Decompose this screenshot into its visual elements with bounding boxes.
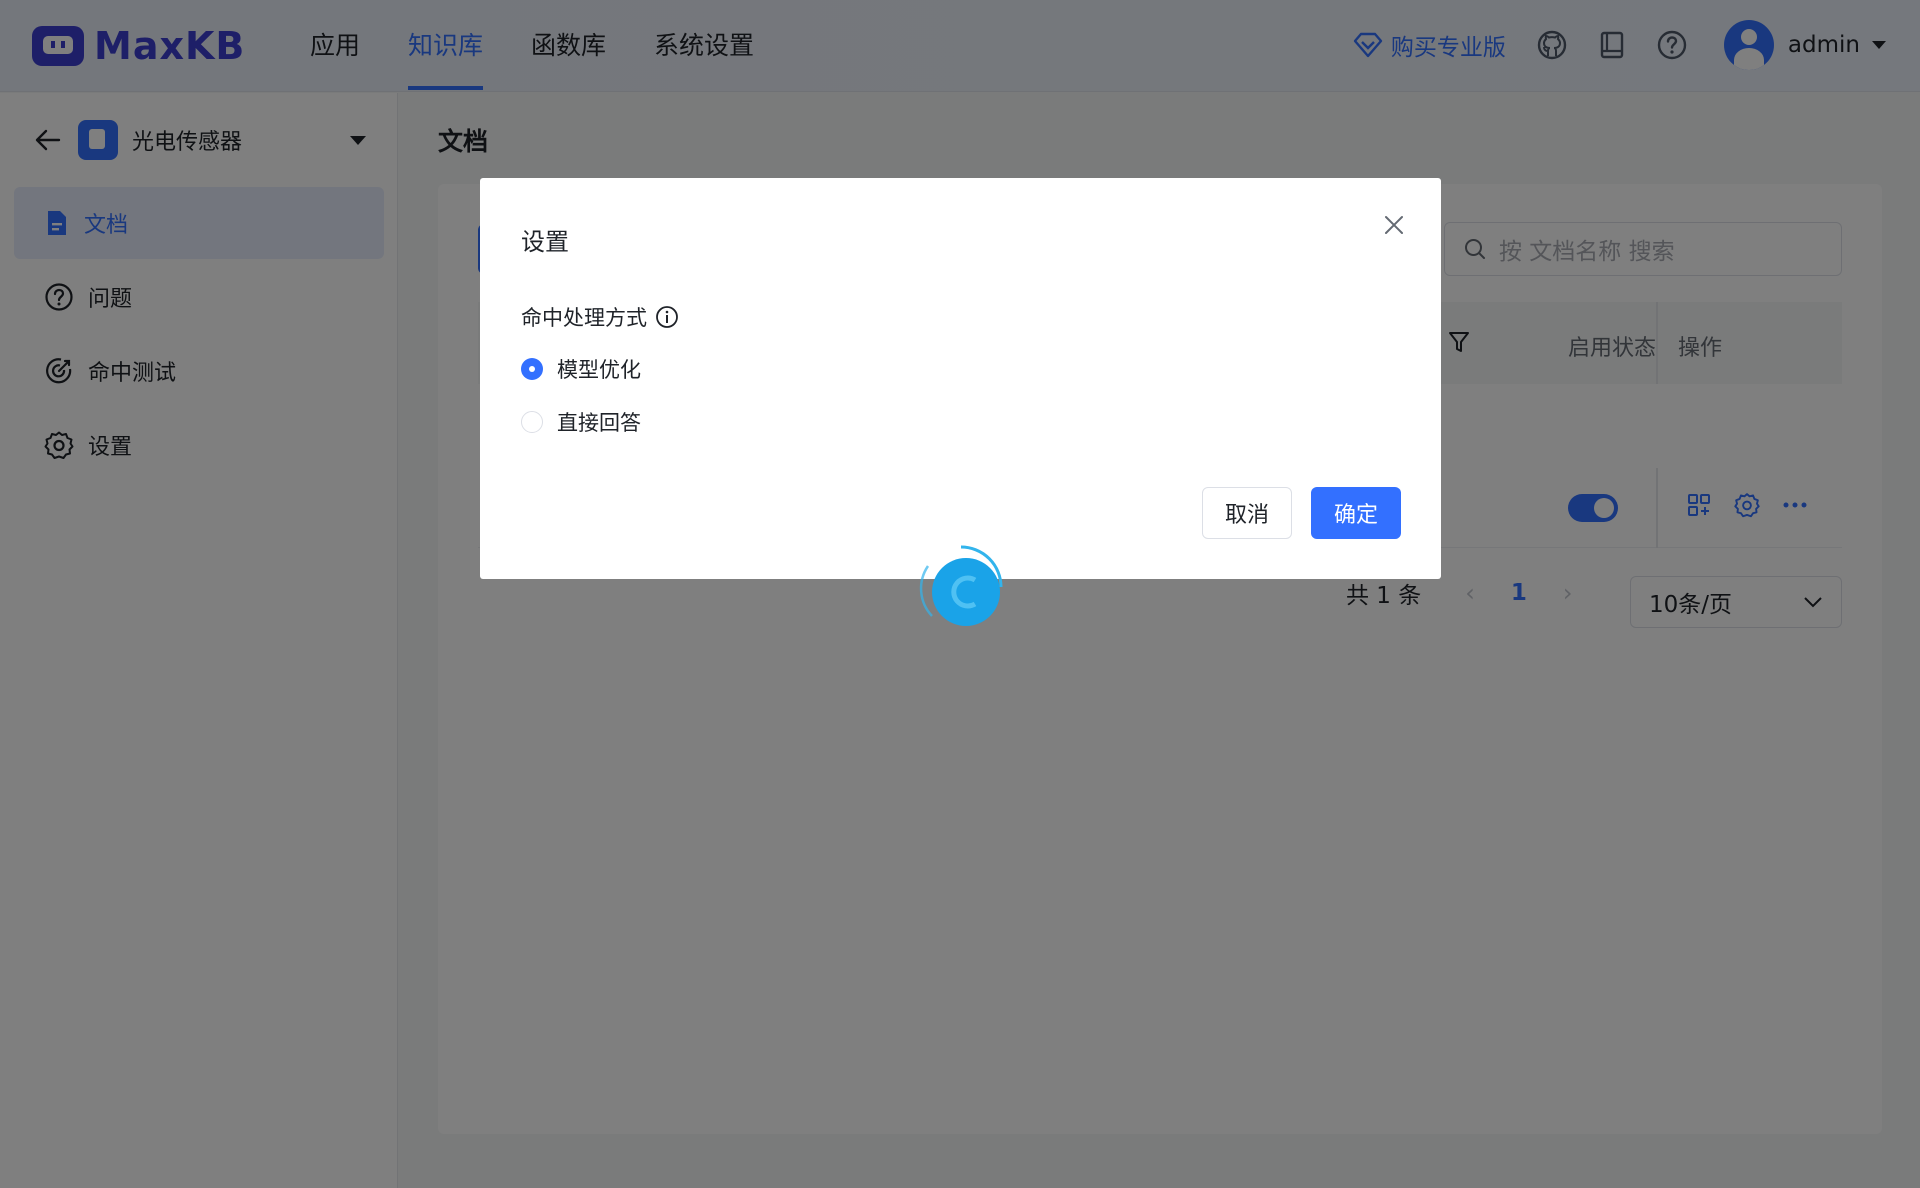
radio-direct-answer[interactable]: 直接回答 [521, 407, 641, 437]
close-icon[interactable] [1383, 214, 1405, 236]
radio-unchecked-icon[interactable] [521, 411, 543, 433]
loading-spinner-icon [919, 545, 1003, 626]
field-label-text: 命中处理方式 [521, 306, 647, 330]
confirm-button[interactable]: 确定 [1311, 487, 1401, 539]
hit-handling-label: 命中处理方式 [521, 302, 679, 332]
dialog-title: 设置 [521, 228, 569, 256]
info-icon[interactable] [655, 305, 679, 329]
radio-label: 直接回答 [557, 411, 641, 435]
settings-dialog: 设置 命中处理方式 模型优化 直接回答 取消 确定 [480, 178, 1441, 579]
radio-checked-icon[interactable] [521, 358, 543, 380]
cancel-button[interactable]: 取消 [1202, 487, 1292, 539]
radio-model-optimization[interactable]: 模型优化 [521, 354, 641, 384]
radio-label: 模型优化 [557, 358, 641, 382]
